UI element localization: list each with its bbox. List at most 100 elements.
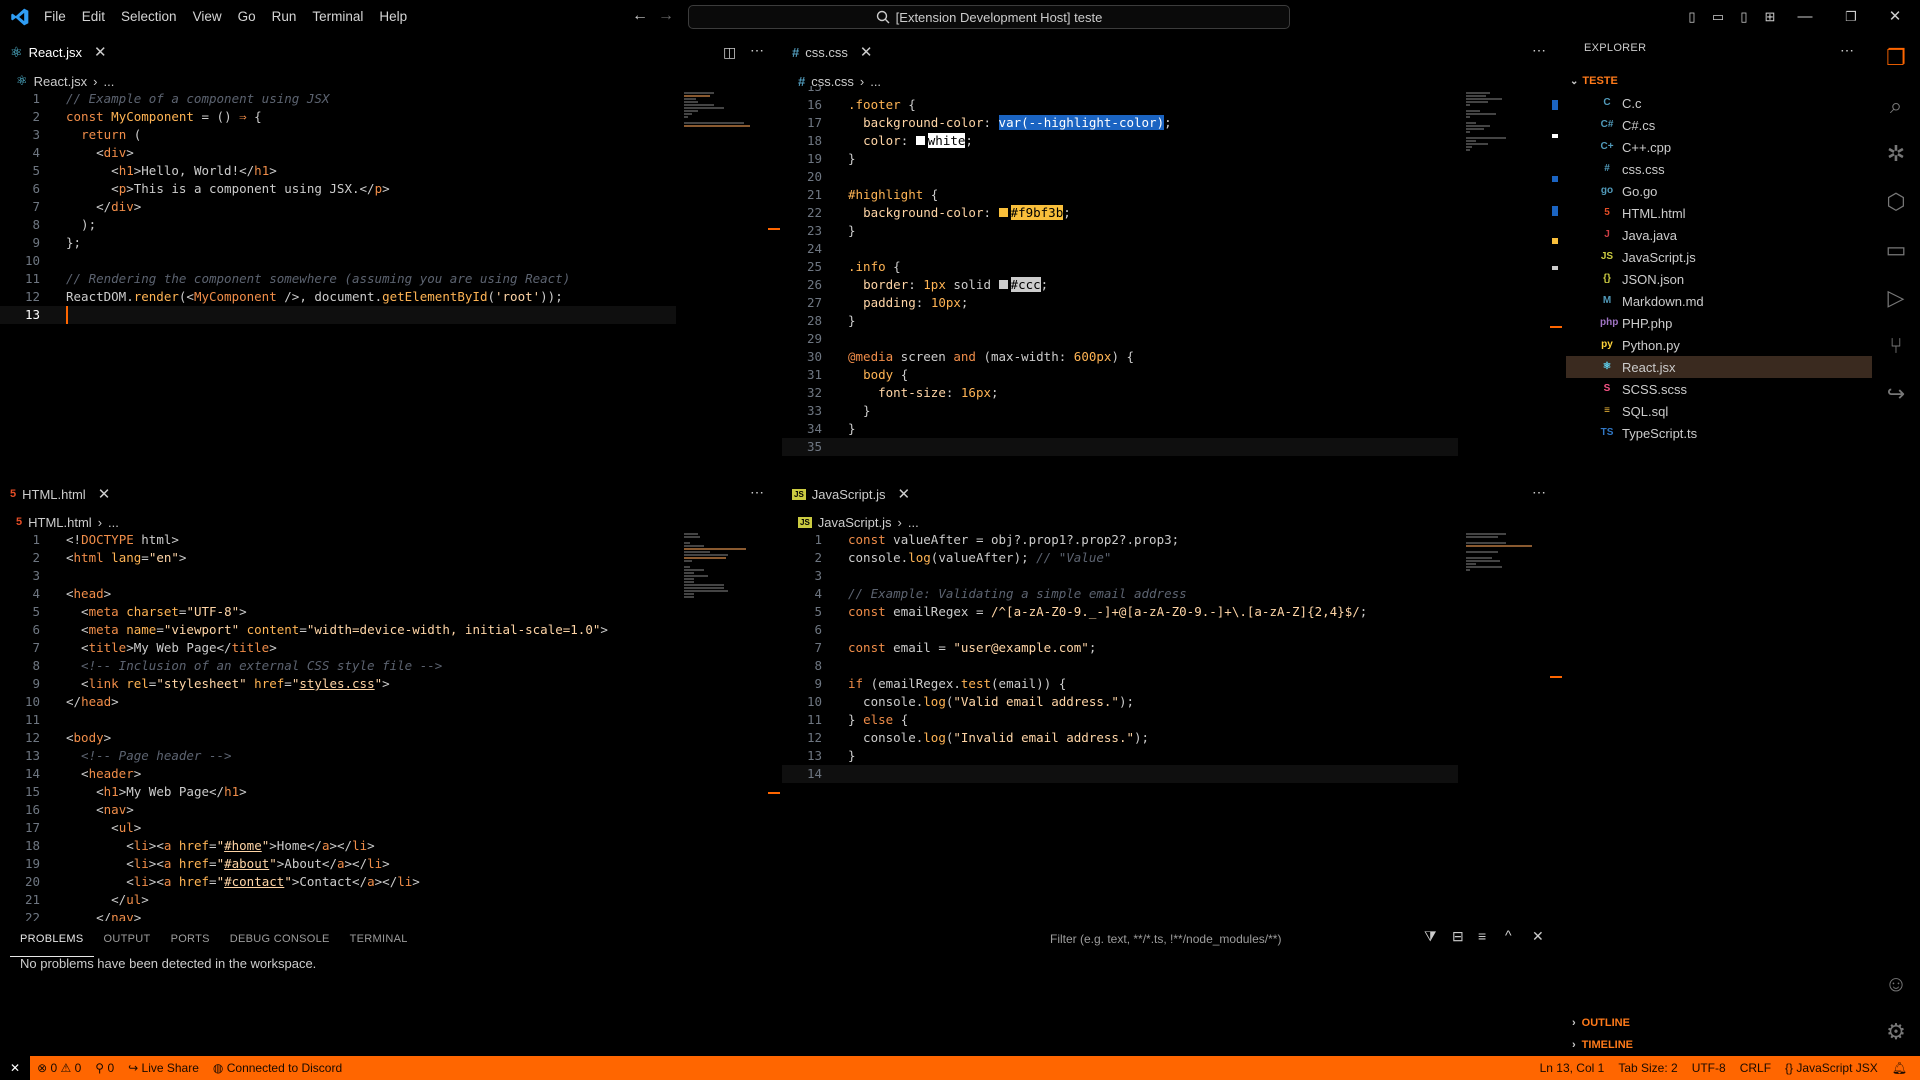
close-panel-icon[interactable]: ✕ [1532,928,1544,945]
menu-selection[interactable]: Selection [113,0,185,34]
toggle-panel-icon[interactable]: ▭ [1706,0,1730,34]
file-item[interactable]: M Markdown.md [1566,290,1872,312]
file-item[interactable]: C# C#.cs [1566,114,1872,136]
color-swatch[interactable] [998,208,1008,217]
file-item[interactable]: JS JavaScript.js [1566,246,1872,268]
file-item[interactable]: TS TypeScript.ts [1566,422,1872,444]
breadcrumb-file[interactable]: JavaScript.js [818,515,892,530]
editor-javascript-js[interactable]: 1 const valueAfter = obj?.prop1?.prop2?.p… [782,531,1462,831]
forward-arrow-icon[interactable]: → [658,7,674,25]
folder-teste[interactable]: ⌄ TESTE [1566,70,1872,92]
tab-html-html[interactable]: 5 HTML.html ✕ [0,476,120,512]
timeline-section[interactable]: › TIMELINE [1566,1034,1872,1056]
search-icon[interactable]: ⌕ [1880,90,1912,122]
source-control-icon[interactable]: ⑂ [1880,330,1912,362]
end-of-line[interactable]: CRLF [1733,1061,1778,1075]
more-actions-icon[interactable]: ⋯ [750,484,764,501]
minimize-icon[interactable]: — [1790,0,1820,34]
more-actions-icon[interactable]: ⋯ [1532,42,1546,59]
ports-status[interactable]: ⚲ 0 [88,1061,121,1075]
tab-output[interactable]: OUTPUT [94,922,161,956]
collapse-all-icon[interactable]: ⊟ [1452,928,1464,945]
tab-size[interactable]: Tab Size: 2 [1611,1061,1684,1075]
notifications-bell-icon[interactable]: 🔔︎ [1885,1061,1914,1075]
menu-help[interactable]: Help [371,0,415,34]
menu-go[interactable]: Go [230,0,264,34]
breadcrumb-more[interactable]: ... [108,515,119,530]
tab-problems[interactable]: PROBLEMS [10,922,94,957]
file-item[interactable]: {} JSON.json [1566,268,1872,290]
file-item[interactable]: php PHP.php [1566,312,1872,334]
color-swatch[interactable] [998,280,1008,289]
restore-icon[interactable]: ❐ [1836,0,1866,34]
account-icon[interactable]: ☺ [1880,968,1912,1000]
filter-icon[interactable]: ⧩ [1424,928,1437,945]
tab-javascript-js[interactable]: JS JavaScript.js ✕ [782,476,920,512]
cursor-position[interactable]: Ln 13, Col 1 [1533,1061,1612,1075]
tab-css-css[interactable]: # css.css ✕ [782,34,882,70]
debug-bug-icon[interactable]: ✲ [1880,138,1912,170]
discord-status[interactable]: ◍ Connected to Discord [206,1061,349,1075]
tab-react-jsx[interactable]: ⚛ React.jsx ✕ [0,34,117,70]
command-center-search[interactable]: [Extension Development Host] teste [688,5,1290,29]
problems-status[interactable]: ⊗ 0 ⚠ 0 [30,1061,88,1075]
split-editor-icon[interactable]: ◫ [723,44,736,61]
file-item[interactable]: C+ C++.cpp [1566,136,1872,158]
toggle-secondary-sidebar-icon[interactable]: ▯ [1732,0,1756,34]
file-encoding[interactable]: UTF-8 [1685,1061,1733,1075]
breadcrumb-file[interactable]: React.jsx [34,74,87,89]
close-window-icon[interactable]: ✕ [1880,0,1910,34]
breadcrumb-more[interactable]: ... [103,74,114,89]
maximize-panel-icon[interactable]: ^ [1505,927,1512,943]
menu-run[interactable]: Run [264,0,305,34]
more-actions-icon[interactable]: ⋯ [750,42,764,59]
file-item[interactable]: # css.css [1566,158,1872,180]
file-item[interactable]: S SCSS.scss [1566,378,1872,400]
menu-terminal[interactable]: Terminal [304,0,371,34]
customize-layout-icon[interactable]: ⊞ [1758,0,1782,34]
remote-explorer-icon[interactable]: ▭ [1880,234,1912,266]
editor-react-jsx[interactable]: 1// Example of a component using JSX 2 co… [0,90,680,480]
file-item[interactable]: go Go.go [1566,180,1872,202]
close-icon[interactable]: ✕ [94,43,107,61]
file-item[interactable]: ≡ SQL.sql [1566,400,1872,422]
view-as-tree-icon[interactable]: ≡ [1478,928,1486,944]
live-share-status[interactable]: ↪ Live Share [121,1061,206,1075]
run-and-debug-icon[interactable]: ▷ [1880,282,1912,314]
close-icon[interactable]: ✕ [898,485,911,503]
problems-filter-input[interactable]: Filter (e.g. text, **/*.ts, !**/node_mod… [1050,929,1410,949]
minimap[interactable] [1466,533,1536,572]
file-item[interactable]: C C.c [1566,92,1872,114]
file-item[interactable]: ⚛ React.jsx [1566,356,1872,378]
menu-view[interactable]: View [185,0,230,34]
tab-ports[interactable]: PORTS [161,922,220,956]
file-item[interactable]: 5 HTML.html [1566,202,1872,224]
remote-indicator-icon[interactable]: ✕ [0,1056,31,1080]
toggle-primary-sidebar-icon[interactable]: ▯ [1680,0,1704,34]
outline-section[interactable]: › OUTLINE [1566,1012,1872,1034]
minimap[interactable] [1466,92,1536,152]
file-item[interactable]: J Java.java [1566,224,1872,246]
settings-gear-icon[interactable]: ⚙ [1880,1016,1912,1048]
extensions-icon[interactable]: ⬡ [1880,186,1912,218]
more-actions-icon[interactable]: ⋯ [1532,484,1546,501]
close-icon[interactable]: ✕ [98,485,111,503]
breadcrumb-more[interactable]: ... [908,515,919,530]
language-mode[interactable]: {} JavaScript JSX [1778,1061,1885,1075]
editor-css-css[interactable]: 15 16 .footer { 17 background-color: var(… [782,86,1462,464]
minimap[interactable] [684,92,754,128]
tab-debug-console[interactable]: DEBUG CONSOLE [220,922,340,956]
menu-edit[interactable]: Edit [74,0,113,34]
menu-file[interactable]: File [36,0,74,34]
live-share-icon[interactable]: ↪ [1880,378,1912,410]
editor-html-html[interactable]: 1 <!DOCTYPE html> 2 <html lang="en"> 3 4 <h… [0,531,680,921]
back-arrow-icon[interactable]: ← [632,7,648,25]
close-icon[interactable]: ✕ [860,43,873,61]
breadcrumb-file[interactable]: HTML.html [28,515,92,530]
file-item[interactable]: py Python.py [1566,334,1872,356]
explorer-files-icon[interactable]: ❐ [1880,42,1912,74]
explorer-more-icon[interactable]: ⋯ [1840,42,1854,59]
minimap[interactable] [684,533,754,599]
color-swatch[interactable] [915,136,925,145]
tab-terminal[interactable]: TERMINAL [340,922,418,956]
